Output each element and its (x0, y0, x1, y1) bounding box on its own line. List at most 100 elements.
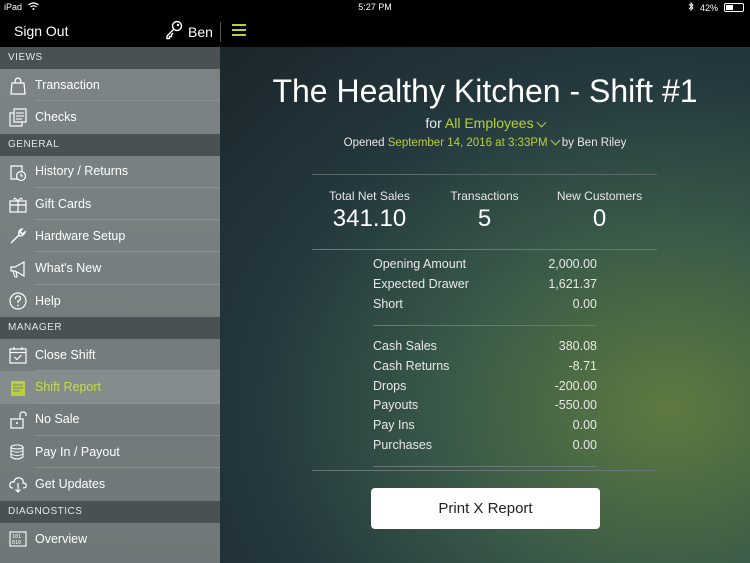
coins-icon (0, 436, 35, 468)
summary-label: Opening Amount (373, 257, 467, 271)
sidebar-item-label: Close Shift (35, 339, 220, 372)
stats-row: Total Net Sales 341.10 Transactions 5 New Cu… (312, 189, 657, 233)
opened-prefix: Opened (343, 137, 385, 149)
opened-date-selector[interactable]: September 14, 2016 at 3:33PM (388, 137, 548, 149)
summary-value: 2,000.00 (548, 257, 597, 271)
calendar-check-icon (0, 339, 35, 371)
employee-filter[interactable]: for All Employees (220, 115, 750, 131)
summary-row-cash-returns: Cash Returns -8.71 (373, 359, 597, 373)
summary-row-purchases: Purchases 0.00 (373, 438, 597, 452)
summary-label: Payouts (373, 398, 419, 413)
sidebar-item-label: No Sale (35, 404, 220, 436)
summary-row-cash-sales: Cash Sales 380.08 (373, 339, 597, 353)
status-bar: iPad 5:27 PM 42% (0, 0, 750, 15)
sidebar-item-close-shift[interactable]: Close Shift (0, 339, 220, 372)
history-icon (0, 156, 35, 188)
sidebar-item-transaction[interactable]: Transaction (0, 69, 220, 102)
summary-label: Purchases (373, 438, 433, 452)
svg-text:010: 010 (12, 540, 21, 546)
sidebar-item-shift-report[interactable]: Shift Report (0, 371, 220, 404)
summary-value: 1,621.37 (548, 277, 597, 291)
binary-icon: 101 010 (0, 523, 35, 555)
stat-value: 341.10 (332, 205, 407, 232)
summary-label: Short (373, 297, 403, 311)
stat-total-net-sales: Total Net Sales 341.10 (312, 189, 427, 233)
sidebar-item-pay-in-payout[interactable]: Pay In / Payout (0, 436, 220, 469)
sidebar-item-gift-cards[interactable]: Gift Cards (0, 188, 220, 221)
report-title: The Healthy Kitchen - Shift #1 (272, 73, 698, 109)
wrench-icon (0, 220, 35, 252)
help-icon (0, 285, 35, 317)
sidebar-item-label: Overview (35, 531, 88, 546)
sidebar-item-history-returns[interactable]: History / Returns (0, 156, 220, 188)
sidebar-item-no-sale[interactable]: No Sale (0, 404, 220, 436)
sidebar-item-label: Pay In / Payout (35, 436, 220, 469)
sidebar-item-checks[interactable]: Checks (0, 101, 220, 133)
opened-line: Opened September 14, 2016 at 3:33PM by B… (220, 135, 750, 149)
summary-label: Drops (373, 378, 407, 393)
summary-label: Cash Returns (373, 358, 450, 373)
divider (312, 249, 657, 250)
chevron-down-icon[interactable] (536, 117, 547, 128)
summary-row-opening-amount: Opening Amount 2,000.00 (373, 257, 597, 271)
battery-percent: 42% (699, 2, 718, 13)
sidebar-item-label: What's New (35, 252, 220, 285)
sign-out-button[interactable]: Sign Out (14, 23, 68, 39)
chevron-down-icon[interactable] (550, 135, 561, 146)
shift-report-panel: The Healthy Kitchen - Shift #1 for All E… (220, 47, 750, 563)
user-name: Ben (188, 23, 213, 40)
battery-icon (724, 3, 744, 12)
stat-value: 5 (477, 205, 492, 232)
sidebar-item-label: Help (35, 293, 61, 308)
sidebar-item-help[interactable]: Help (0, 285, 220, 317)
section-header-general: GENERAL (0, 133, 220, 156)
gift-card-icon (0, 188, 35, 220)
stat-label: Total Net Sales (329, 189, 410, 203)
opened-by: by Ben Riley (561, 137, 627, 149)
divider (312, 174, 657, 175)
sidebar-item-label: Shift Report (35, 371, 220, 404)
sidebar-item-label: Gift Cards (35, 188, 220, 221)
summary-row-drops: Drops -200.00 (373, 379, 597, 393)
summary-value: -200.00 (554, 378, 597, 393)
sidebar: VIEWS Transaction Checks GENERAL History / R… (0, 47, 220, 563)
key-icon (164, 20, 184, 43)
bluetooth-icon (688, 1, 694, 13)
section-header-views: VIEWS (0, 47, 220, 69)
for-prefix: for (425, 115, 442, 131)
stat-transactions: Transactions 5 (427, 189, 542, 233)
stat-new-customers: New Customers 0 (542, 189, 657, 233)
sidebar-item-what-s-new[interactable]: What's New (0, 252, 220, 285)
top-bar: Sign Out Ben (0, 15, 750, 47)
summary-value: 0.00 (572, 297, 597, 311)
report-icon (0, 371, 35, 403)
summary-label: Cash Sales (373, 339, 437, 353)
sidebar-item-label: Checks (35, 110, 77, 125)
shopping-bag-icon (0, 69, 35, 101)
sidebar-item-label: Hardware Setup (35, 220, 220, 253)
summary-label: Pay Ins (373, 418, 415, 433)
employee-filter-value[interactable]: All Employees (445, 115, 534, 131)
megaphone-icon (0, 252, 35, 284)
section-header-diagnostics: DIAGNOSTICS (0, 500, 220, 523)
summary-value: 0.00 (572, 418, 597, 433)
stat-value: 0 (592, 205, 607, 232)
sidebar-item-label: Get Updates (35, 477, 106, 492)
divider (373, 466, 597, 467)
menu-icon[interactable] (232, 24, 246, 38)
summary-value: 0.00 (572, 438, 597, 452)
sidebar-item-overview[interactable]: 101 010 Overview (0, 523, 220, 555)
sidebar-item-label: Transaction (35, 69, 220, 102)
topbar-divider (220, 22, 221, 42)
sidebar-item-get-updates[interactable]: Get Updates (0, 468, 220, 500)
unlock-icon (0, 404, 35, 436)
divider (312, 470, 657, 471)
print-x-report-button[interactable]: Print X Report (371, 488, 600, 529)
summary-row-pay-ins: Pay Ins 0.00 (373, 418, 597, 432)
summary-row-payouts: Payouts -550.00 (373, 398, 597, 412)
summary-value: 380.08 (558, 339, 597, 353)
sidebar-item-hardware-setup[interactable]: Hardware Setup (0, 220, 220, 253)
stat-label: New Customers (556, 189, 643, 203)
current-user[interactable]: Ben (164, 20, 213, 43)
summary-value: -8.71 (568, 358, 598, 373)
